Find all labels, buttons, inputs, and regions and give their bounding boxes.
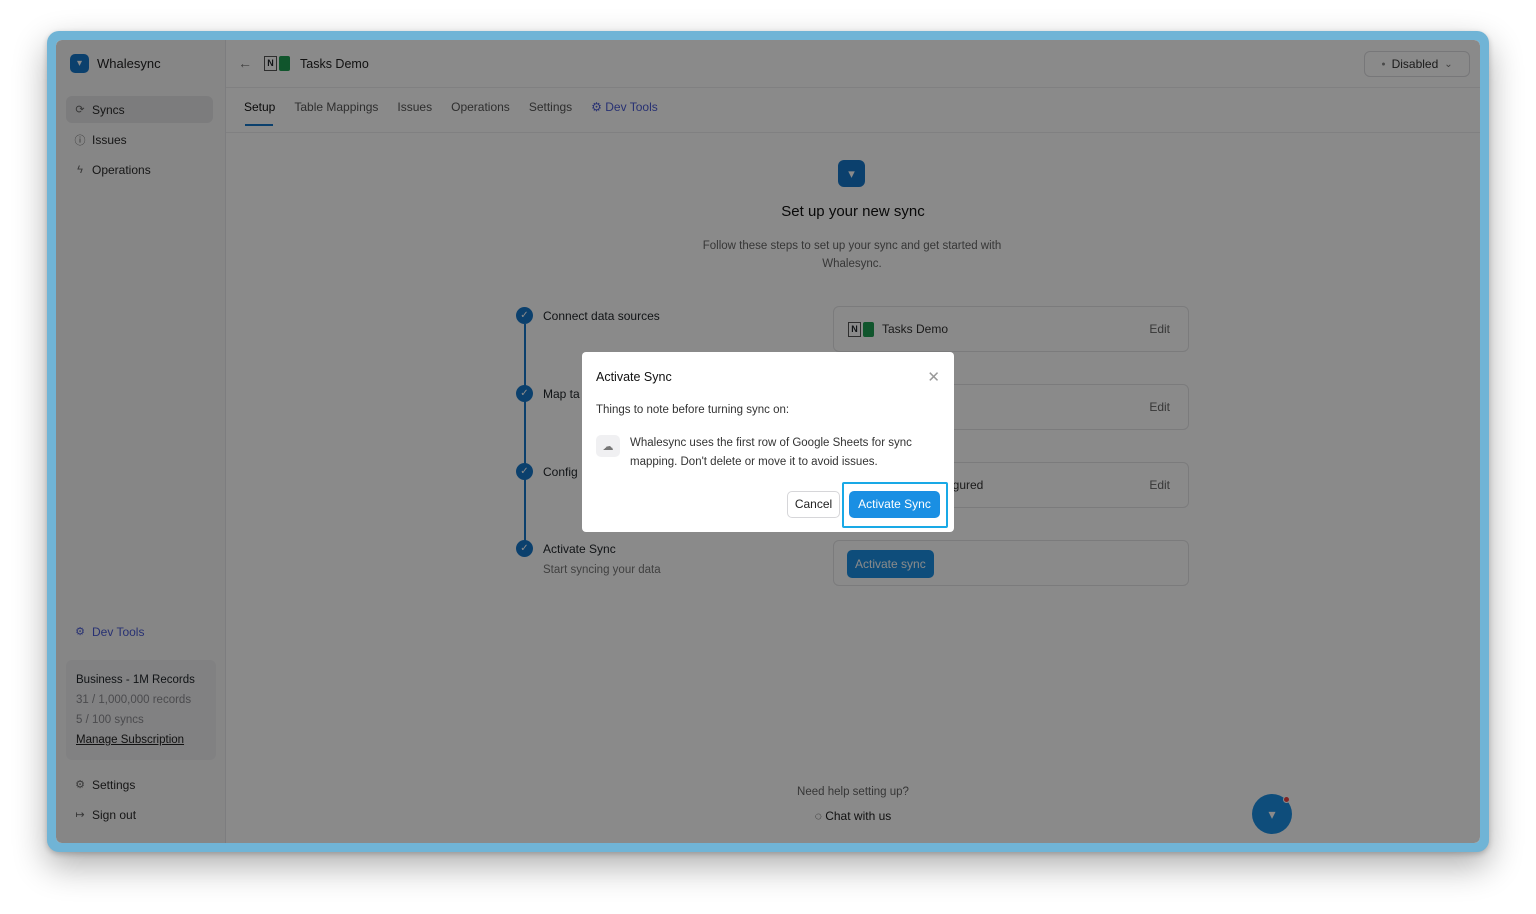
app-window: ▾ Whalesync ⟳ Syncs ⓘ Issues ϟ Operation…	[47, 31, 1489, 852]
close-icon[interactable]: ✕	[927, 368, 940, 386]
cloud-icon: ☁	[596, 435, 620, 457]
modal-note: Things to note before turning sync on:	[596, 404, 790, 416]
app-root: ▾ Whalesync ⟳ Syncs ⓘ Issues ϟ Operation…	[56, 40, 1480, 843]
focus-highlight	[842, 482, 948, 528]
modal-title: Activate Sync	[596, 370, 672, 384]
activate-sync-modal: Activate Sync ✕ Things to note before tu…	[582, 352, 954, 532]
modal-backdrop[interactable]: Activate Sync ✕ Things to note before tu…	[56, 40, 1480, 843]
modal-item-text: Whalesync uses the first row of Google S…	[630, 437, 912, 468]
cancel-button[interactable]: Cancel	[787, 491, 840, 518]
